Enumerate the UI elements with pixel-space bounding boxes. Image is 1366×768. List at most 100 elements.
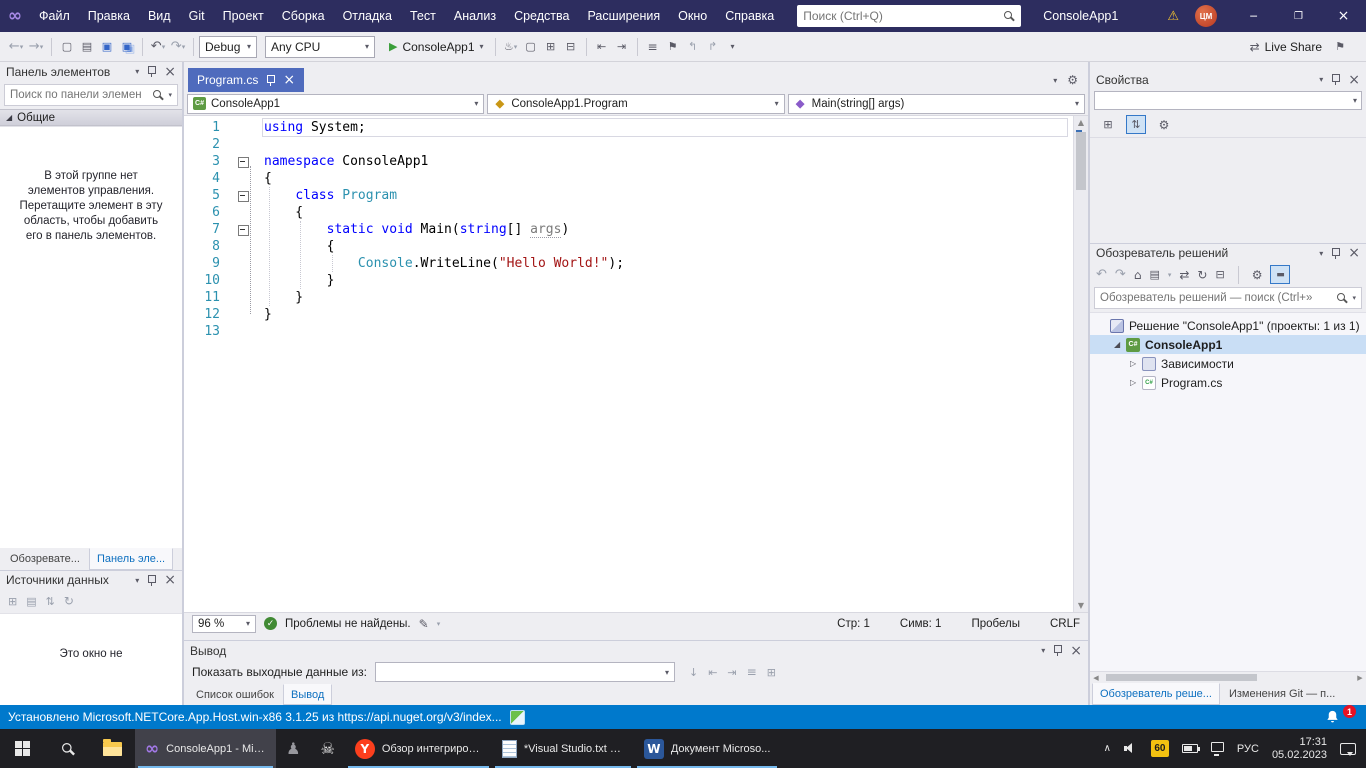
- menu-item[interactable]: Средства: [505, 5, 578, 27]
- breadcrumb-dropdown[interactable]: ConsoleApp1.Program: [487, 94, 784, 114]
- clear-output-icon[interactable]: [767, 666, 776, 679]
- pin-icon[interactable]: [1330, 73, 1341, 86]
- dock-tab[interactable]: Изменения Git — п...: [1221, 683, 1343, 705]
- scrollbar-thumb[interactable]: [1076, 132, 1086, 190]
- word-wrap-icon[interactable]: [747, 665, 757, 679]
- language-indicator[interactable]: РУС: [1237, 743, 1259, 755]
- show-all-files-toggle[interactable]: [1270, 265, 1290, 284]
- fold-marker[interactable]: [228, 221, 262, 238]
- output-header[interactable]: Вывод: [184, 641, 1088, 660]
- chevron-down-icon[interactable]: [135, 576, 139, 585]
- chevron-down-icon[interactable]: [168, 91, 172, 99]
- message-list-icon[interactable]: [689, 666, 698, 679]
- menu-item[interactable]: Вид: [139, 5, 180, 27]
- switch-views-icon[interactable]: [1149, 268, 1159, 281]
- live-share-button[interactable]: Live Share: [1250, 40, 1322, 54]
- hot-reload-button[interactable]: [501, 35, 521, 59]
- maximize-button[interactable]: [1276, 0, 1321, 32]
- tree-expander-icon[interactable]: [1114, 340, 1126, 349]
- comment-button[interactable]: [643, 35, 663, 59]
- menu-item[interactable]: Файл: [30, 5, 79, 27]
- menu-item[interactable]: Анализ: [445, 5, 505, 27]
- alphabetical-sort-button[interactable]: [1126, 115, 1146, 134]
- next-message-icon[interactable]: [727, 666, 736, 679]
- fold-marker[interactable]: [228, 272, 262, 289]
- sync-with-active-document-icon[interactable]: [1179, 268, 1189, 282]
- categorized-button[interactable]: [1098, 115, 1118, 134]
- menu-item[interactable]: Справка: [716, 5, 783, 27]
- tree-item[interactable]: ConsoleApp1: [1090, 335, 1366, 354]
- redo-button[interactable]: [168, 35, 188, 59]
- navigate-back-button[interactable]: [6, 35, 26, 59]
- properties-icon[interactable]: [1252, 268, 1263, 282]
- properties-header[interactable]: Свойства: [1090, 70, 1366, 89]
- taskbar-app[interactable]: [311, 729, 345, 768]
- toolbox-search-input[interactable]: [10, 89, 148, 101]
- menu-item[interactable]: Тест: [401, 5, 445, 27]
- scroll-down-icon[interactable]: ▼: [1074, 601, 1088, 610]
- close-icon[interactable]: [1070, 643, 1082, 659]
- undo-button[interactable]: [148, 35, 168, 59]
- back-icon[interactable]: [1096, 267, 1107, 282]
- toolbox-group-general[interactable]: ◢ Общие: [0, 109, 182, 126]
- fold-marker[interactable]: [228, 187, 262, 204]
- scroll-left-icon[interactable]: ◀: [1090, 674, 1102, 682]
- toolbox-header[interactable]: Панель элементов: [0, 62, 182, 81]
- save-all-button[interactable]: [117, 35, 137, 59]
- chevron-down-icon[interactable]: [1168, 271, 1172, 279]
- code-editor[interactable]: 1 using System; 2 3 namespace ConsoleApp…: [184, 116, 1088, 612]
- platform-dropdown[interactable]: Any CPU: [265, 36, 375, 58]
- fold-marker[interactable]: [228, 153, 262, 170]
- pin-icon[interactable]: [146, 65, 157, 78]
- configure-icon[interactable]: [46, 595, 55, 608]
- zoom-dropdown[interactable]: 96 %: [192, 615, 256, 633]
- add-data-source-icon[interactable]: [8, 595, 17, 608]
- edit-mode-icon[interactable]: [419, 617, 429, 631]
- notification-warning-icon[interactable]: [1167, 9, 1179, 24]
- chevron-down-icon[interactable]: [437, 620, 441, 628]
- chevron-down-icon[interactable]: [1319, 75, 1323, 84]
- menu-item[interactable]: Git: [180, 5, 214, 27]
- dock-tab[interactable]: Обозреватель реше...: [1092, 683, 1220, 705]
- close-icon[interactable]: [283, 72, 295, 88]
- fold-marker[interactable]: [228, 119, 262, 136]
- fold-marker[interactable]: [228, 204, 262, 221]
- clock[interactable]: 17:31 05.02.2023: [1272, 736, 1327, 762]
- health-check-icon[interactable]: [264, 617, 277, 630]
- menu-item[interactable]: Расширения: [578, 5, 669, 27]
- close-icon[interactable]: [164, 64, 176, 80]
- fold-marker[interactable]: [228, 323, 262, 340]
- dock-tab[interactable]: Обозревате...: [2, 548, 88, 570]
- save-button[interactable]: [97, 35, 117, 59]
- properties-object-dropdown[interactable]: [1094, 91, 1362, 110]
- forward-icon[interactable]: [1115, 267, 1126, 282]
- hidden-icons-chevron[interactable]: [1104, 743, 1111, 754]
- chevron-down-icon[interactable]: [1352, 294, 1356, 302]
- tree-item[interactable]: Решение "ConsoleApp1" (проекты: 1 из 1): [1090, 316, 1366, 335]
- pin-icon[interactable]: [1052, 644, 1063, 657]
- show-all-files-button[interactable]: [521, 35, 541, 59]
- file-explorer-button[interactable]: [90, 729, 135, 768]
- output-source-dropdown[interactable]: [375, 662, 675, 682]
- data-sources-header[interactable]: Источники данных: [0, 570, 182, 589]
- menu-item[interactable]: Правка: [79, 5, 139, 27]
- tree-item[interactable]: Зависимости: [1090, 354, 1366, 373]
- tree-expander-icon[interactable]: [1130, 359, 1142, 368]
- scroll-up-icon[interactable]: ▲: [1074, 118, 1088, 127]
- network-icon[interactable]: [1211, 742, 1224, 752]
- document-tab-programcs[interactable]: Program.cs: [188, 68, 304, 92]
- taskbar-app[interactable]: *Visual Studio.txt – ...: [492, 729, 634, 768]
- toolbar-overflow-button[interactable]: [723, 35, 743, 59]
- previous-message-icon[interactable]: [708, 666, 717, 679]
- taskbar-app[interactable]: [276, 729, 310, 768]
- navigate-forward-button[interactable]: [26, 35, 46, 59]
- new-file-button[interactable]: [57, 35, 77, 59]
- panel-tab[interactable]: Вывод: [283, 684, 332, 705]
- gear-icon[interactable]: [1067, 73, 1078, 87]
- start-debugging-button[interactable]: ConsoleApp1: [383, 35, 490, 59]
- fold-marker[interactable]: [228, 289, 262, 306]
- close-icon[interactable]: [164, 572, 176, 588]
- solution-explorer-header[interactable]: Обозреватель решений: [1090, 243, 1366, 262]
- battery-icon[interactable]: [1182, 744, 1198, 753]
- open-file-button[interactable]: [77, 35, 97, 59]
